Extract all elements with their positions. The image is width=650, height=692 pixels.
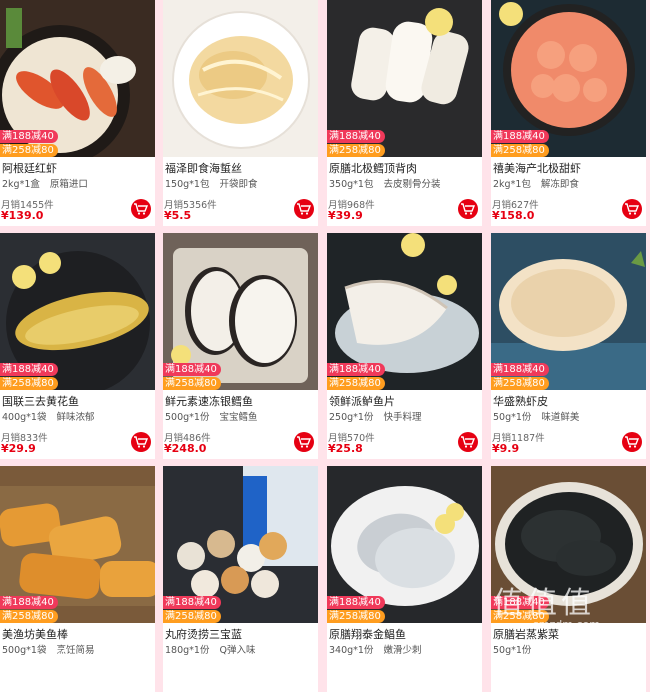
product-title[interactable]: 福泽即食海蜇丝 bbox=[165, 160, 317, 176]
product-title[interactable]: 领鲜派鲈鱼片 bbox=[329, 393, 481, 409]
product-card[interactable]: 福泽即食海蜇丝 150g*1包 开袋即食 月销5356件 ¥5.5 bbox=[163, 0, 318, 226]
product-title[interactable]: 美渔坊美鱼棒 bbox=[2, 626, 154, 642]
promo-tag-258: 满258减80 bbox=[0, 377, 58, 390]
cart-icon[interactable] bbox=[458, 199, 478, 219]
promo-tag-188: 满188减40 bbox=[0, 363, 58, 376]
product-spec: 2kg*1盒 原箱进口 bbox=[2, 179, 88, 190]
cart-icon[interactable] bbox=[622, 432, 642, 452]
promo-tag-258: 满258减80 bbox=[0, 610, 58, 623]
product-card[interactable]: 满188减40 满258减80 鲜元素速冻银鳕鱼 500g*1份 宝宝鳕鱼 月销4… bbox=[163, 233, 318, 459]
promo-tag-258: 满258减80 bbox=[327, 144, 385, 157]
product-card[interactable]: 满188减40 满258减80 领鲜派鲈鱼片 250g*1份 快手料理 月销570… bbox=[327, 233, 482, 459]
product-price: ¥139.0 bbox=[1, 209, 44, 222]
cart-icon[interactable] bbox=[622, 199, 642, 219]
product-title[interactable]: 原膳北极鳕顶背肉 bbox=[329, 160, 481, 176]
product-price: ¥9.9 bbox=[492, 442, 520, 455]
promo-tag-188: 满188减40 bbox=[163, 363, 221, 376]
product-price: ¥39.9 bbox=[328, 209, 363, 222]
watermark-sub: smzdm.com bbox=[533, 618, 600, 631]
cart-icon[interactable] bbox=[131, 432, 151, 452]
promo-tag-258: 满258减80 bbox=[491, 144, 549, 157]
product-spec: 250g*1份 快手料理 bbox=[329, 412, 422, 423]
product-spec: 340g*1份 嫩滑少刺 bbox=[329, 645, 422, 656]
product-title[interactable]: 华盛熟虾皮 bbox=[493, 393, 645, 409]
jellyfish-photo[interactable] bbox=[163, 0, 318, 157]
product-spec: 500g*1份 宝宝鳕鱼 bbox=[165, 412, 258, 423]
product-spec: 400g*1袋 鲜味浓郁 bbox=[2, 412, 95, 423]
product-card[interactable]: 满188减40 满258减80 华盛熟虾皮 50g*1份 味道鲜美 月销1187件… bbox=[491, 233, 646, 459]
product-title[interactable]: 禧美海产北极甜虾 bbox=[493, 160, 645, 176]
promo-tag-258: 满258减80 bbox=[163, 610, 221, 623]
cart-icon[interactable] bbox=[294, 432, 314, 452]
promo-tag-188: 满188减40 bbox=[327, 130, 385, 143]
promo-tag-188: 满188减40 bbox=[163, 596, 221, 609]
promo-tag-188: 满188减40 bbox=[327, 596, 385, 609]
product-spec: 50g*1份 味道鲜美 bbox=[493, 412, 580, 423]
product-price: ¥5.5 bbox=[164, 209, 192, 222]
product-card[interactable]: 满188减40 满258减80 原膳翔泰金鲳鱼 340g*1份 嫩滑少刺 bbox=[327, 466, 482, 692]
promo-tag-188: 满188减40 bbox=[491, 130, 549, 143]
watermark: 值值值 smzdm.com bbox=[493, 578, 650, 648]
product-price: ¥29.9 bbox=[1, 442, 36, 455]
product-title[interactable]: 鲜元素速冻银鳕鱼 bbox=[165, 393, 317, 409]
product-title[interactable]: 原膳翔泰金鲳鱼 bbox=[329, 626, 481, 642]
promo-tag-258: 满258减80 bbox=[491, 377, 549, 390]
promo-tag-188: 满188减40 bbox=[491, 363, 549, 376]
product-spec: 2kg*1包 解冻即食 bbox=[493, 179, 579, 190]
cart-icon[interactable] bbox=[294, 199, 314, 219]
product-card[interactable]: 满188减40 满258减80 美渔坊美鱼棒 500g*1袋 烹饪简易 bbox=[0, 466, 155, 692]
promo-tag-258: 满258减80 bbox=[327, 377, 385, 390]
product-spec: 500g*1袋 烹饪简易 bbox=[2, 645, 95, 656]
product-card[interactable]: 满188减40 满258减80 禧美海产北极甜虾 2kg*1包 解冻即食 月销62… bbox=[491, 0, 646, 226]
product-title[interactable]: 丸府烫捞三宝蓝 bbox=[165, 626, 317, 642]
product-price: ¥25.8 bbox=[328, 442, 363, 455]
cart-icon[interactable] bbox=[131, 199, 151, 219]
product-card[interactable]: 满188减40 满258减80 国联三去黄花鱼 400g*1袋 鲜味浓郁 月销83… bbox=[0, 233, 155, 459]
promo-tag-258: 满258减80 bbox=[0, 144, 58, 157]
product-price: ¥158.0 bbox=[492, 209, 535, 222]
product-grid: 满188减40 满258减80 阿根廷红虾 2kg*1盒 原箱进口 月销1455件… bbox=[0, 0, 650, 692]
watermark-main: 值值值 bbox=[493, 586, 595, 621]
promo-tag-188: 满188减40 bbox=[0, 130, 58, 143]
promo-tag-258: 满258减80 bbox=[163, 377, 221, 390]
product-spec: 150g*1包 开袋即食 bbox=[165, 179, 258, 190]
promo-tag-188: 满188减40 bbox=[327, 363, 385, 376]
promo-tag-188: 满188减40 bbox=[0, 596, 58, 609]
product-card[interactable]: 满188减40 满258减80 丸府烫捞三宝蓝 180g*1份 Q弹入味 bbox=[163, 466, 318, 692]
cart-icon[interactable] bbox=[458, 432, 478, 452]
product-spec: 350g*1包 去皮剔骨分装 bbox=[329, 179, 441, 190]
product-card[interactable]: 满188减40 满258减80 阿根廷红虾 2kg*1盒 原箱进口 月销1455件… bbox=[0, 0, 155, 226]
product-price: ¥248.0 bbox=[164, 442, 207, 455]
product-title[interactable]: 国联三去黄花鱼 bbox=[2, 393, 154, 409]
product-card[interactable]: 满188减40 满258减80 原膳北极鳕顶背肉 350g*1包 去皮剔骨分装 月… bbox=[327, 0, 482, 226]
product-spec: 180g*1份 Q弹入味 bbox=[165, 645, 256, 656]
product-title[interactable]: 阿根廷红虾 bbox=[2, 160, 154, 176]
promo-tag-258: 满258减80 bbox=[327, 610, 385, 623]
